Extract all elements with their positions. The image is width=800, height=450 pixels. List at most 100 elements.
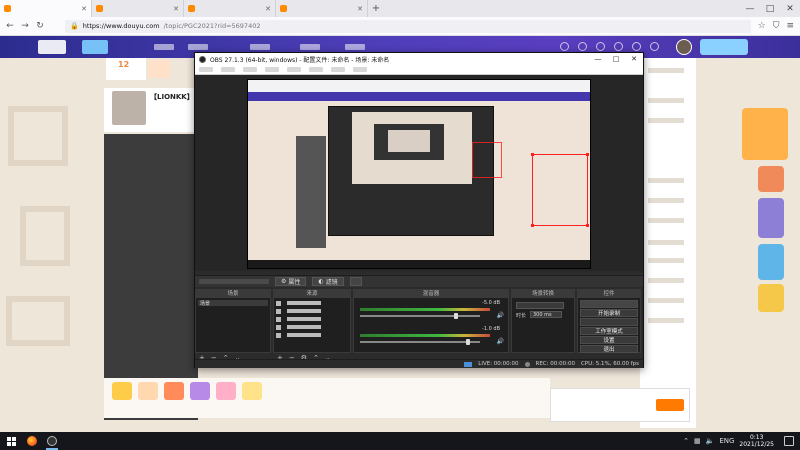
- event-promo-ad[interactable]: [742, 108, 788, 160]
- browser-window-controls: — □ ✕: [740, 0, 800, 17]
- gift-item[interactable]: [190, 382, 210, 400]
- menu-docks[interactable]: [265, 67, 279, 72]
- browser-tab-3[interactable]: ✕: [184, 0, 276, 17]
- nav-item-game[interactable]: [300, 44, 320, 50]
- menu-view[interactable]: [243, 67, 257, 72]
- close-window-button[interactable]: ✕: [625, 53, 643, 65]
- menu-file[interactable]: [199, 67, 213, 72]
- start-streaming-button[interactable]: [580, 300, 638, 308]
- douyu-logo[interactable]: [38, 40, 66, 54]
- gift-item[interactable]: [216, 382, 236, 400]
- obs-logo-icon: [199, 55, 206, 63]
- menu-icon[interactable]: ≡: [786, 21, 794, 31]
- filters-button[interactable]: ◐ 滤镜: [312, 277, 344, 286]
- douyu-favicon-icon: [4, 5, 11, 12]
- notification-center-icon[interactable]: [784, 436, 794, 446]
- gift-item[interactable]: [138, 382, 158, 400]
- menu-tools[interactable]: [331, 67, 345, 72]
- shield-icon[interactable]: ⛉: [773, 21, 780, 31]
- close-tab-icon[interactable]: ✕: [357, 5, 363, 13]
- toolbar-button[interactable]: [349, 277, 362, 286]
- tray-chevron-icon[interactable]: ⌃: [683, 437, 689, 445]
- upload-icon[interactable]: [650, 42, 659, 51]
- browser-tab-2[interactable]: ✕: [92, 0, 184, 17]
- scene-item[interactable]: 场景: [198, 300, 268, 307]
- taskbar-firefox[interactable]: [22, 432, 42, 450]
- follow-icon[interactable]: [578, 42, 587, 51]
- transition-select[interactable]: [516, 302, 564, 309]
- message-icon[interactable]: [596, 42, 605, 51]
- promo-badge[interactable]: [700, 39, 748, 55]
- minimize-button[interactable]: —: [589, 53, 607, 65]
- close-tab-icon[interactable]: ✕: [81, 5, 87, 13]
- obs-preview-area: [195, 75, 643, 271]
- user-avatar[interactable]: [676, 39, 692, 55]
- browser-tab-4[interactable]: ✕: [276, 0, 368, 17]
- close-window-button[interactable]: ✕: [780, 0, 800, 17]
- maximize-button[interactable]: □: [760, 0, 780, 17]
- volume-knob[interactable]: [466, 339, 470, 345]
- send-button[interactable]: [656, 399, 684, 411]
- streamer-avatar[interactable]: [112, 91, 146, 125]
- monitor-icon: [276, 308, 281, 314]
- gift-item[interactable]: [164, 382, 184, 400]
- properties-button[interactable]: ⚙ 属性: [275, 277, 307, 286]
- obs-menu-bar: [195, 65, 643, 75]
- menu-scene-collection[interactable]: [309, 67, 323, 72]
- promo-ad[interactable]: [758, 284, 784, 312]
- duration-input[interactable]: 300 ms: [530, 311, 562, 318]
- browser-tab-1[interactable]: ✕: [0, 0, 92, 17]
- download-icon[interactable]: [614, 42, 623, 51]
- gift-item[interactable]: [112, 382, 132, 400]
- volume-icon[interactable]: 🔈: [706, 437, 715, 445]
- source-item[interactable]: [276, 316, 342, 322]
- source-item[interactable]: [276, 308, 342, 314]
- virtual-camera-button[interactable]: [580, 318, 638, 326]
- source-item[interactable]: [276, 300, 342, 306]
- studio-mode-button[interactable]: 工作室模式: [580, 327, 638, 335]
- exit-button[interactable]: 退出: [580, 345, 638, 353]
- obs-preview-canvas[interactable]: [247, 79, 591, 269]
- volume-slider[interactable]: [360, 341, 480, 343]
- notification-icon[interactable]: [632, 42, 641, 51]
- history-icon[interactable]: [560, 42, 569, 51]
- game-promo-ad[interactable]: [758, 166, 784, 192]
- nav-item-live[interactable]: [188, 44, 208, 50]
- nav-item-video[interactable]: [345, 44, 365, 50]
- back-button[interactable]: ←: [6, 21, 14, 31]
- new-tab-button[interactable]: +: [368, 0, 384, 17]
- menu-edit[interactable]: [221, 67, 235, 72]
- minimize-button[interactable]: —: [740, 0, 760, 17]
- mixer-channel-db: -5.0 dB: [482, 300, 500, 306]
- promo-ad[interactable]: [758, 244, 784, 280]
- nav-item-home[interactable]: [154, 44, 174, 50]
- taskbar-clock[interactable]: 0:13 2021/12/25: [739, 434, 774, 448]
- menu-help[interactable]: [353, 67, 367, 72]
- network-icon[interactable]: ▦: [694, 437, 701, 445]
- close-tab-icon[interactable]: ✕: [265, 5, 271, 13]
- nav-item-category[interactable]: [250, 44, 270, 50]
- streamer-name[interactable]: 【LIONKK】: [150, 92, 194, 102]
- url-bar[interactable]: 🔒 https://www.douyu.com/topic/PGC2021?ri…: [65, 19, 751, 33]
- volume-slider[interactable]: [360, 315, 480, 317]
- speaker-icon[interactable]: 🔊: [497, 338, 504, 345]
- taskbar-obs[interactable]: [42, 432, 62, 450]
- speaker-icon[interactable]: 🔊: [497, 312, 504, 319]
- settings-button[interactable]: 设置: [580, 336, 638, 344]
- stat-number: 12: [118, 60, 130, 69]
- close-tab-icon[interactable]: ✕: [173, 5, 179, 13]
- promo-ad[interactable]: [758, 198, 784, 238]
- start-recording-button[interactable]: 开始录制: [580, 309, 638, 317]
- source-item[interactable]: [276, 324, 342, 330]
- forward-button[interactable]: →: [21, 21, 29, 31]
- bookmark-star-icon[interactable]: ☆: [758, 21, 766, 31]
- source-item[interactable]: [276, 332, 342, 338]
- start-button[interactable]: [0, 432, 22, 450]
- maximize-button[interactable]: □: [607, 53, 625, 65]
- source-selection-box[interactable]: [532, 154, 588, 226]
- language-indicator[interactable]: ENG: [719, 437, 734, 445]
- menu-profile[interactable]: [287, 67, 301, 72]
- reload-button[interactable]: ↻: [36, 21, 44, 31]
- gift-item[interactable]: [242, 382, 262, 400]
- volume-knob[interactable]: [454, 313, 458, 319]
